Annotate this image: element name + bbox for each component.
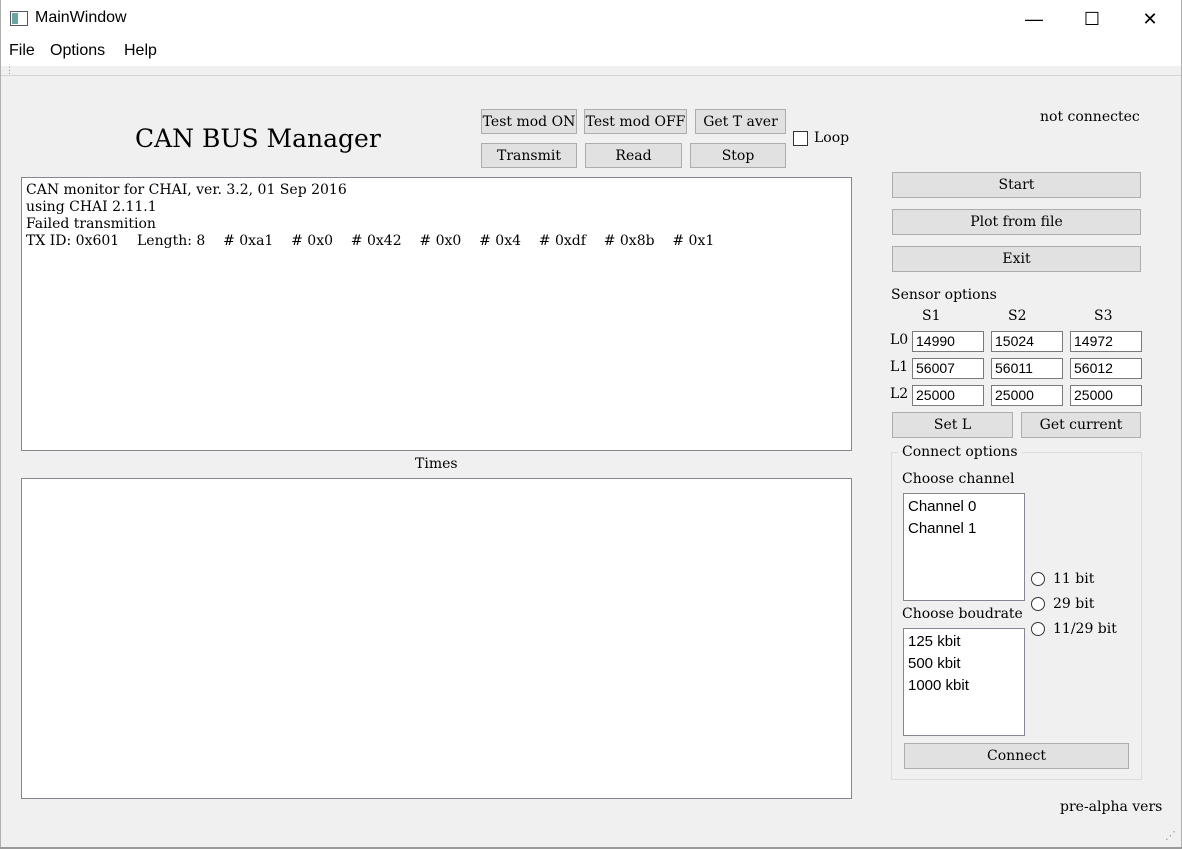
read-button[interactable]: Read [585,143,682,168]
sensor-options-label: Sensor options [891,287,997,303]
boudrate-list[interactable]: 125 kbit 500 kbit 1000 kbit [903,628,1025,736]
get-t-aver-button[interactable]: Get T aver [695,109,786,134]
toolbar-strip [0,66,1182,76]
boudrate-list-item[interactable]: 1000 kbit [904,675,1024,697]
row-label-l0: L0 [890,332,909,348]
log-line: TX ID: 0x601 Length: 8 # 0xa1 # 0x0 # 0x… [26,233,715,249]
loop-label: Loop [814,130,850,146]
radio-11-bit-label: 11 bit [1053,571,1095,587]
app-window-icon [10,11,28,26]
choose-channel-label: Choose channel [902,471,1015,487]
start-button[interactable]: Start [892,172,1141,198]
resize-grip-icon[interactable]: ⋰ [1165,829,1176,842]
connection-status: not connectec [1040,109,1140,125]
channel-list-item[interactable]: Channel 1 [904,518,1024,540]
boudrate-list-item[interactable]: 500 kbit [904,653,1024,675]
choose-boudrate-label: Choose boudrate [902,606,1023,622]
plot-from-file-button[interactable]: Plot from file [892,209,1141,235]
get-current-button[interactable]: Get current [1021,412,1141,438]
connect-options-label: Connect options [898,444,1022,460]
toolbar-grip-icon[interactable]: ⋮ [5,66,14,75]
radio-29-bit-label: 29 bit [1053,596,1095,612]
l2-s2-field[interactable]: 25000 [991,385,1063,406]
transmit-button[interactable]: Transmit [481,143,577,168]
menu-help[interactable]: Help [124,42,157,60]
test-mode-off-button[interactable]: Test mod OFF [584,109,687,134]
l1-s2-field[interactable]: 56011 [991,358,1063,379]
radio-11-29-bit-label: 11/29 bit [1053,621,1117,637]
log-line: CAN monitor for CHAI, ver. 3.2, 01 Sep 2… [26,182,347,198]
l2-s3-field[interactable]: 25000 [1070,385,1142,406]
l0-s2-field[interactable]: 15024 [991,331,1063,352]
column-header-s2: S2 [1008,308,1027,324]
app-heading: CAN BUS Manager [135,124,381,153]
row-label-l1: L1 [890,359,909,375]
exit-button[interactable]: Exit [892,246,1141,272]
log-line: Failed transmition [26,216,156,232]
menu-bar: File Options Help [0,38,1182,66]
stop-button[interactable]: Stop [690,143,786,168]
channel-list[interactable]: Channel 0 Channel 1 [903,493,1025,601]
radio-11-bit[interactable] [1031,572,1045,586]
minimize-button[interactable]: — [1005,0,1063,38]
l1-s1-field[interactable]: 56007 [912,358,984,379]
connect-button[interactable]: Connect [904,743,1129,769]
l2-s1-field[interactable]: 25000 [912,385,984,406]
l1-s3-field[interactable]: 56012 [1070,358,1142,379]
radio-11-29-bit[interactable] [1031,622,1045,636]
test-mode-on-button[interactable]: Test mod ON [481,109,577,134]
column-header-s1: S1 [922,308,941,324]
times-label: Times [415,456,458,472]
radio-29-bit[interactable] [1031,597,1045,611]
times-textarea[interactable] [21,478,852,799]
menu-options[interactable]: Options [50,42,105,60]
set-l-button[interactable]: Set L [892,412,1013,438]
version-label: pre-alpha vers [1060,799,1163,815]
channel-list-item[interactable]: Channel 0 [904,496,1024,518]
l0-s3-field[interactable]: 14972 [1070,331,1142,352]
l0-s1-field[interactable]: 14990 [912,331,984,352]
maximize-button[interactable]: ☐ [1063,0,1121,38]
window-title: MainWindow [35,9,127,26]
loop-checkbox[interactable] [793,131,808,146]
log-textarea[interactable]: CAN monitor for CHAI, ver. 3.2, 01 Sep 2… [21,177,852,451]
log-line: using CHAI 2.11.1 [26,199,157,215]
boudrate-list-item[interactable]: 125 kbit [904,631,1024,653]
menu-file[interactable]: File [9,42,35,60]
column-header-s3: S3 [1094,308,1113,324]
row-label-l2: L2 [890,386,909,402]
window-frame-left [0,0,1,849]
close-button[interactable]: ✕ [1121,0,1179,38]
